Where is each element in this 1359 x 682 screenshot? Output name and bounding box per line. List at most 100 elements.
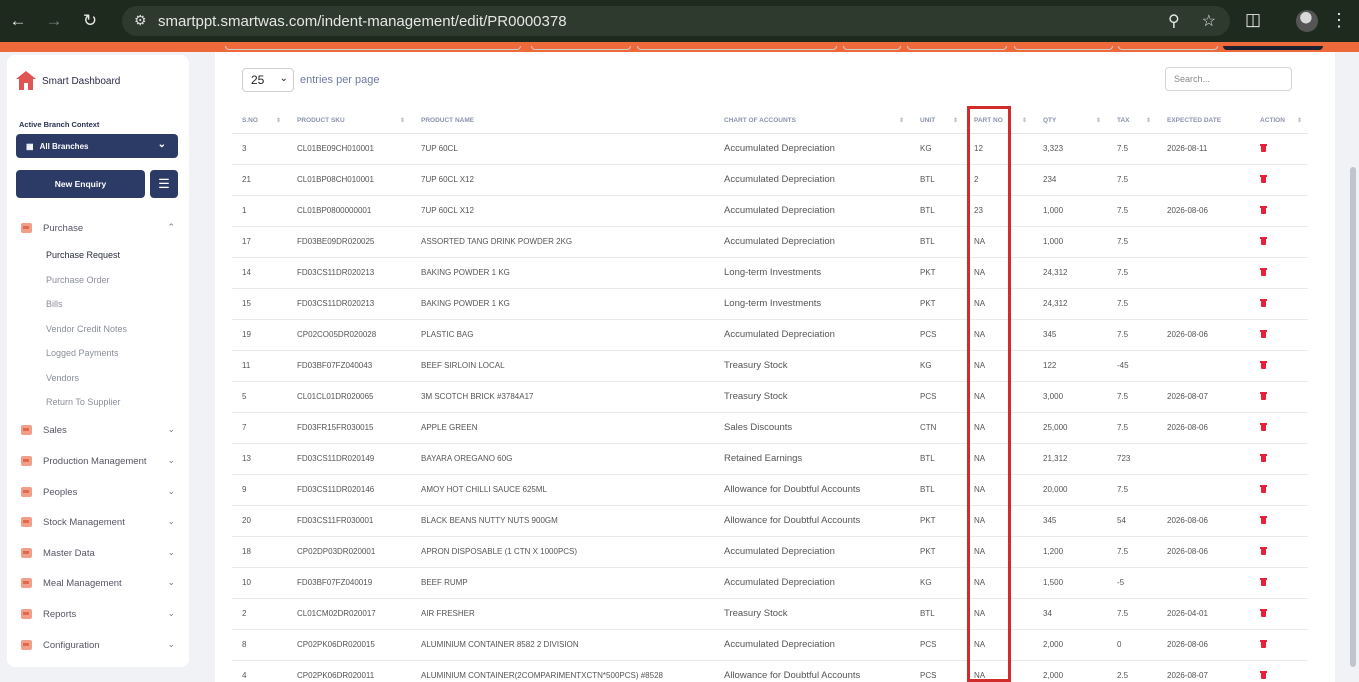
cell-tax: 7.5	[1107, 598, 1157, 630]
delete-trash-icon[interactable]	[1260, 236, 1267, 245]
sidebar-subitem-purchase-request[interactable]: Purchase Request	[46, 250, 120, 260]
sidebar-item-master-data[interactable]: Master Data ⌄	[19, 543, 179, 563]
branch-select-value: All Branches	[39, 141, 89, 151]
column-header[interactable]: PRODUCT SKU ⇕	[287, 109, 411, 134]
delete-trash-icon[interactable]	[1260, 453, 1267, 462]
column-header[interactable]: PART NO ⇕	[964, 109, 1033, 134]
column-header[interactable]: CHART OF ACCOUNTS ⇕	[714, 109, 910, 134]
cell-qty: 345	[1033, 505, 1107, 537]
cell-chart-of-accounts: Long-term Investments	[714, 257, 910, 289]
sidebar-item-purchase[interactable]: Purchase ⌃	[19, 218, 179, 238]
cell-action	[1250, 133, 1308, 165]
column-header[interactable]: S.NO ⇕	[232, 109, 287, 134]
cell-part-no: NA	[964, 536, 1033, 568]
delete-trash-icon[interactable]	[1260, 298, 1267, 307]
stock-icon	[19, 516, 35, 528]
delete-trash-icon[interactable]	[1260, 205, 1267, 214]
delete-trash-icon[interactable]	[1260, 174, 1267, 183]
sidebar-item-reports[interactable]: Reports ⌄	[19, 604, 179, 624]
sidebar-item-sales[interactable]: Sales ⌄	[19, 420, 179, 440]
sidebar-item-configuration[interactable]: Configuration ⌄	[19, 635, 179, 655]
delete-trash-icon[interactable]	[1260, 391, 1267, 400]
sidebar-subitem-purchase-order[interactable]: Purchase Order	[46, 275, 110, 285]
cell-action	[1250, 412, 1308, 444]
sidebar-item-meal-management[interactable]: Meal Management ⌄	[19, 573, 179, 593]
column-header[interactable]: ACTION ⇕	[1250, 109, 1308, 134]
sidebar-subitem-vendors[interactable]: Vendors	[46, 373, 79, 383]
cell-chart-of-accounts: Accumulated Depreciation	[714, 133, 910, 165]
zoom-icon[interactable]: ⚲	[1168, 11, 1180, 31]
address-bar[interactable]: ⚙ smartppt.smartwas.com/indent-managemen…	[122, 6, 1230, 36]
column-header[interactable]: UNIT ⇕	[910, 109, 964, 134]
cell-sno: 3	[232, 133, 287, 165]
sidebar-subitem-logged-payments[interactable]: Logged Payments	[46, 348, 119, 358]
delete-trash-icon[interactable]	[1260, 639, 1267, 648]
cell-chart-of-accounts: Treasury Stock	[714, 598, 910, 630]
brand[interactable]: Smart Dashboard	[16, 71, 120, 91]
sidebar-item-production-management[interactable]: Production Management ⌄	[19, 451, 179, 471]
back-arrow-icon[interactable]: ←	[0, 0, 36, 42]
column-header[interactable]: EXPECTED DATE	[1157, 109, 1250, 134]
sidebar-subitem-return-to-supplier[interactable]: Return To Supplier	[46, 397, 120, 407]
delete-trash-icon[interactable]	[1260, 267, 1267, 276]
delete-trash-icon[interactable]	[1260, 422, 1267, 431]
sidebar-subitem-bills[interactable]: Bills	[46, 299, 63, 309]
hamburger-menu-icon[interactable]: ☰	[150, 170, 178, 198]
table-row: 7 FD03FR15FR030015 APPLE GREEN Sales Discou…	[232, 412, 1308, 444]
cell-part-no: NA	[964, 381, 1033, 413]
cell-unit: PKT	[910, 288, 964, 320]
cell-product-name: 3M SCOTCH BRICK #3784A17	[411, 381, 714, 413]
sidebar-item-stock-management[interactable]: Stock Management ⌄	[19, 512, 179, 532]
entries-per-page: 25 ⌄ entries per page	[242, 68, 380, 92]
cell-action	[1250, 474, 1308, 506]
cell-product-name: APPLE GREEN	[411, 412, 714, 444]
table-row: 3 CL01BE09CH010001 7UP 60CL Accumulated Dep…	[232, 133, 1308, 165]
table-row: 19 CP02CO05DR020028 PLASTIC BAG Accumulated…	[232, 319, 1308, 351]
cell-sno: 9	[232, 474, 287, 506]
cell-expected-date: 2026-08-06	[1157, 536, 1250, 568]
profile-avatar[interactable]	[1296, 10, 1318, 32]
delete-trash-icon[interactable]	[1260, 360, 1267, 369]
cell-expected-date	[1157, 350, 1250, 382]
cell-expected-date	[1157, 288, 1250, 320]
table-search-input[interactable]: Search...	[1165, 67, 1292, 91]
delete-trash-icon[interactable]	[1260, 670, 1267, 679]
column-header[interactable]: TAX ⇕	[1107, 109, 1157, 134]
delete-trash-icon[interactable]	[1260, 329, 1267, 338]
scrollbar-thumb[interactable]	[1350, 167, 1356, 667]
column-header[interactable]: QTY ⇕	[1033, 109, 1107, 134]
cell-qty: 1,200	[1033, 536, 1107, 568]
delete-trash-icon[interactable]	[1260, 546, 1267, 555]
browser-menu-icon[interactable]: ⋮	[1330, 10, 1348, 31]
cell-sku: FD03CS11DR020213	[287, 288, 411, 320]
cell-sno: 17	[232, 226, 287, 258]
page-scrollbar[interactable]	[1347, 52, 1359, 682]
delete-trash-icon[interactable]	[1260, 577, 1267, 586]
entries-per-page-select[interactable]: 25 ⌄	[242, 68, 294, 92]
new-enquiry-button[interactable]: New Enquiry	[16, 170, 145, 198]
sort-icon: ⇕	[275, 118, 281, 124]
cell-chart-of-accounts: Allowance for Doubtful Accounts	[714, 474, 910, 506]
reload-icon[interactable]: ↻	[72, 0, 108, 42]
sidebar-item-label: Reports	[43, 608, 77, 620]
cell-qty: 1,000	[1033, 195, 1107, 227]
forward-arrow-icon[interactable]: →	[36, 0, 72, 42]
items-table: S.NO ⇕ PRODUCT SKU ⇕ PRODUCT NAME CHART OF…	[232, 109, 1308, 682]
cell-action	[1250, 164, 1308, 196]
extensions-icon[interactable]: ◫	[1242, 10, 1264, 32]
delete-trash-icon[interactable]	[1260, 608, 1267, 617]
cell-expected-date	[1157, 257, 1250, 289]
cell-part-no: NA	[964, 288, 1033, 320]
bookmark-star-icon[interactable]: ☆	[1202, 11, 1216, 31]
site-settings-icon[interactable]: ⚙	[134, 12, 147, 29]
delete-trash-icon[interactable]	[1260, 484, 1267, 493]
sidebar-subitem-vendor-credit-notes[interactable]: Vendor Credit Notes	[46, 324, 127, 334]
sidebar-item-peoples[interactable]: Peoples ⌄	[19, 482, 179, 502]
cell-sno: 21	[232, 164, 287, 196]
delete-trash-icon[interactable]	[1260, 515, 1267, 524]
sidebar-item-label: Peoples	[43, 486, 78, 498]
cell-sku: FD03CS11DR020146	[287, 474, 411, 506]
column-header[interactable]: PRODUCT NAME	[411, 109, 714, 134]
delete-trash-icon[interactable]	[1260, 143, 1267, 152]
branch-select[interactable]: ▦ All Branches ⌄	[16, 134, 178, 158]
